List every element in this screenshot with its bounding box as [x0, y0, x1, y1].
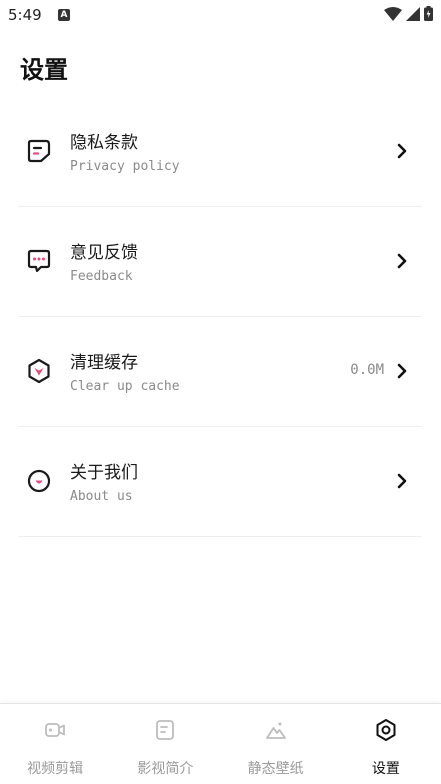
wifi-icon	[384, 6, 402, 21]
menu-item-subtitle: About us	[70, 489, 133, 504]
menu-item-privacy-policy[interactable]: 隐私条款 Privacy policy	[18, 97, 422, 207]
film-info-icon	[156, 720, 175, 740]
tab-wallpaper[interactable]: 静态壁纸	[221, 704, 331, 784]
page-title: 设置	[20, 56, 68, 84]
battery-icon	[424, 6, 433, 21]
chat-icon	[27, 249, 51, 273]
bottom-nav: 视频剪辑 影视简介 静态壁纸 设置	[0, 703, 441, 784]
chevron-right-icon	[397, 253, 407, 269]
menu-item-subtitle: Feedback	[70, 269, 133, 284]
menu-item-clear-cache[interactable]: 清理缓存 Clear up cache 0.0M	[18, 317, 422, 427]
menu-item-subtitle: Privacy policy	[70, 159, 180, 174]
document-icon	[27, 139, 51, 163]
smile-icon	[27, 469, 51, 493]
menu-item-title: 关于我们	[70, 463, 138, 483]
settings-icon	[376, 719, 396, 741]
status-bar: 5:49 A	[0, 0, 441, 30]
chevron-right-icon	[397, 363, 407, 379]
menu-item-title: 清理缓存	[70, 353, 138, 373]
menu-item-title: 隐私条款	[70, 133, 138, 153]
menu-item-title: 意见反馈	[70, 243, 138, 263]
nav-label: 静态壁纸	[247, 761, 304, 777]
nav-label: 设置	[371, 761, 400, 777]
status-time: 5:49	[8, 6, 42, 24]
cache-size-value: 0.0M	[350, 362, 384, 378]
status-indicators	[384, 6, 433, 21]
menu-item-about-us[interactable]: 关于我们 About us	[18, 427, 422, 537]
wallpaper-icon	[265, 722, 286, 739]
signal-icon	[406, 6, 420, 21]
chevron-right-icon	[397, 143, 407, 159]
nav-label: 视频剪辑	[27, 761, 84, 777]
tab-film-info[interactable]: 影视简介	[110, 704, 220, 784]
tab-video-edit[interactable]: 视频剪辑	[0, 704, 110, 784]
notification-badge-icon: A	[58, 9, 70, 21]
tab-settings[interactable]: 设置	[331, 704, 441, 784]
menu-item-feedback[interactable]: 意见反馈 Feedback	[18, 207, 422, 317]
chevron-right-icon	[397, 473, 407, 489]
settings-menu: 隐私条款 Privacy policy 意见反馈 Feedback 清理缓存 C…	[18, 97, 422, 537]
nav-label: 影视简介	[137, 761, 194, 777]
video-edit-icon	[45, 723, 66, 737]
clean-icon	[28, 358, 50, 384]
menu-item-subtitle: Clear up cache	[70, 379, 180, 394]
